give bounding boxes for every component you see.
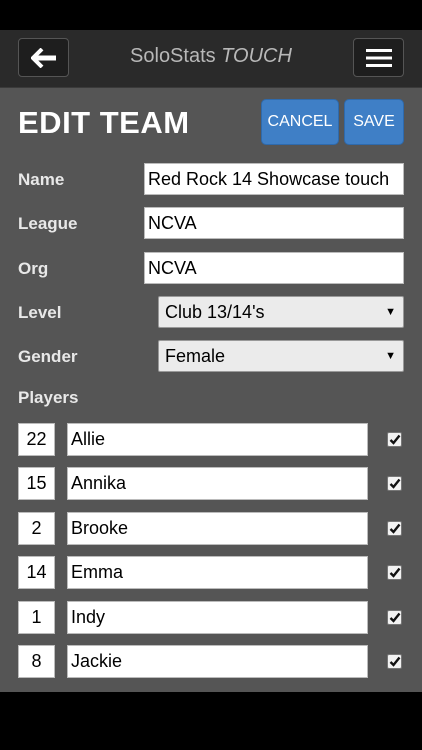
checkmark-icon: [389, 567, 400, 578]
player-name-input[interactable]: Annika: [67, 467, 368, 500]
gender-select[interactable]: Female ▼: [158, 340, 404, 372]
player-active-checkbox[interactable]: [387, 610, 402, 625]
player-name-input[interactable]: Jackie: [67, 645, 368, 678]
org-label: Org: [18, 259, 49, 278]
name-input[interactable]: Red Rock 14 Showcase touch: [144, 163, 404, 195]
checkmark-icon: [389, 434, 400, 445]
player-name-input[interactable]: Allie: [67, 423, 368, 456]
name-label: Name: [18, 170, 65, 189]
player-number-input[interactable]: 15: [18, 467, 55, 500]
checkmark-icon: [389, 612, 400, 623]
player-active-checkbox[interactable]: [387, 521, 402, 536]
navigation-bar: SoloStats TOUCH: [0, 30, 422, 88]
cancel-button[interactable]: CANCEL: [261, 99, 339, 145]
player-number-input[interactable]: 22: [18, 423, 55, 456]
league-label: League: [18, 214, 78, 233]
status-bar-area: [0, 0, 422, 30]
app-title-accent: TOUCH: [221, 45, 292, 67]
checkmark-icon: [389, 656, 400, 667]
level-select[interactable]: Club 13/14's ▼: [158, 296, 404, 328]
player-active-checkbox[interactable]: [387, 476, 402, 491]
checkmark-icon: [389, 523, 400, 534]
org-input[interactable]: NCVA: [144, 252, 404, 284]
checkmark-icon: [389, 478, 400, 489]
player-active-checkbox[interactable]: [387, 432, 402, 447]
player-active-checkbox[interactable]: [387, 654, 402, 669]
save-button[interactable]: SAVE: [344, 99, 404, 145]
player-number-input[interactable]: 1: [18, 601, 55, 634]
app-title-main: SoloStats: [130, 45, 216, 67]
dropdown-arrow-icon: ▼: [385, 306, 396, 318]
player-name-input[interactable]: Indy: [67, 601, 368, 634]
page-title: EDIT TEAM: [18, 105, 190, 140]
gender-label: Gender: [18, 347, 78, 366]
dropdown-arrow-icon: ▼: [385, 350, 396, 362]
player-number-input[interactable]: 8: [18, 645, 55, 678]
hamburger-menu-icon: [365, 48, 392, 67]
player-active-checkbox[interactable]: [387, 565, 402, 580]
level-label: Level: [18, 303, 62, 322]
player-name-input[interactable]: Emma: [67, 556, 368, 589]
edit-team-form: EDIT TEAM CANCEL SAVE Name Red Rock 14 S…: [0, 88, 422, 692]
league-input[interactable]: NCVA: [144, 207, 404, 239]
player-number-input[interactable]: 14: [18, 556, 55, 589]
player-number-input[interactable]: 2: [18, 512, 55, 545]
level-select-value: Club 13/14's: [165, 301, 265, 322]
menu-button[interactable]: [353, 38, 404, 77]
gender-select-value: Female: [165, 345, 226, 366]
players-label: Players: [18, 388, 79, 407]
bottom-bar-area: [0, 692, 422, 750]
player-name-input[interactable]: Brooke: [67, 512, 368, 545]
